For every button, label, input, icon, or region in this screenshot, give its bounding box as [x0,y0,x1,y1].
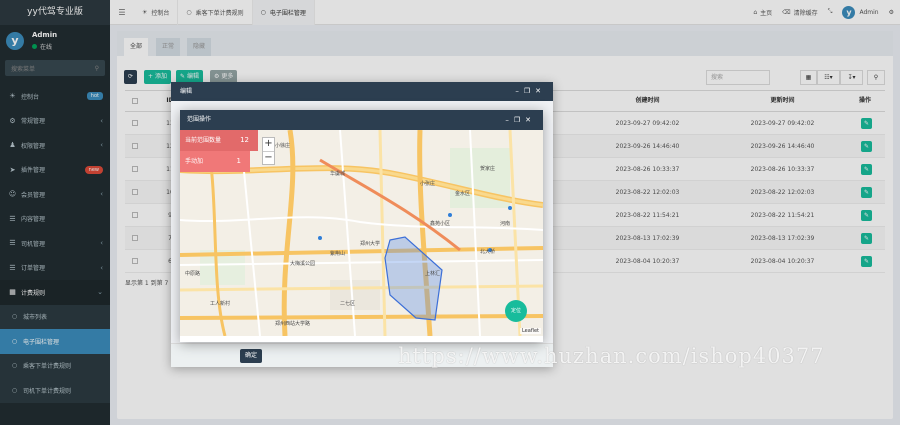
map-canvas[interactable]: 小徐庄华虞城小张庄 贺家庄鑫苑小区上林汇 紫荆山 郑州大学北大桥大梅溪公园中原路郑州西… [180,130,543,336]
map-place-label: 鑫苑小区 [430,221,451,227]
area-dialog: 范围操作 –❐✕ 小徐庄 华虞城 小张庄 贺家庄 鑫苑小区 上林汇 紫荆山 郑州… [180,110,543,342]
close-icon[interactable]: ✕ [535,87,546,95]
close-icon[interactable]: ✕ [525,116,536,124]
minimize-icon[interactable]: – [505,116,514,124]
map-place-label: 河南 [500,221,511,227]
zoom-out-button[interactable]: − [263,151,274,164]
map-place-label: 华虞城 [330,171,346,177]
area-dialog-header[interactable]: 范围操作 –❐✕ [180,110,543,130]
map-place-label: 上林汇 [425,271,441,277]
map-place-label: 紫荆山 [330,251,346,257]
map-place-label: 小张庄 [420,181,436,187]
area-count-value: 12 [240,136,249,144]
map-place-label: 北大桥 [480,249,496,255]
manual-add-label: 手动加 [185,158,204,165]
area-count-label: 当前范围数量 [185,137,222,144]
map-place-label: 中原路 [185,271,201,277]
edit-dialog-title: 编辑 [180,88,193,95]
edit-dialog-header[interactable]: 编辑 –❐✕ [171,82,553,101]
area-count-row[interactable]: 当前范围数量 12 [180,130,258,151]
locate-button[interactable]: 定位 [505,300,527,322]
map-place-label: 金水区 [455,191,471,197]
map-place-label: 工人新村 [210,301,231,307]
zoom-in-button[interactable]: + [263,138,274,151]
watermark-text: https://www.huzhan.com/ishop40377 [398,344,825,368]
zoom-control: + − [262,137,275,165]
ok-button[interactable]: 确定 [240,349,263,363]
map-place-label: 小徐庄 [275,143,291,149]
area-info-panel: 当前范围数量 12 手动加 1 [180,130,258,172]
map-attribution[interactable]: Leaflet [519,328,541,334]
maximize-icon[interactable]: ❐ [524,87,535,95]
map-place-label: 郑州大学 [360,241,381,247]
minimize-icon[interactable]: – [515,87,524,95]
map-place-label: 大梅溪公园 [290,261,316,267]
map-place-label: 郑州西站大学路 [275,321,311,327]
map-place-label: 二七区 [340,301,356,307]
manual-add-count: 1 [236,157,241,165]
maximize-icon[interactable]: ❐ [514,116,525,124]
manual-add-row[interactable]: 手动加 1 [180,151,250,172]
map-place-label: 贺家庄 [480,166,496,172]
area-dialog-title: 范围操作 [187,116,212,123]
